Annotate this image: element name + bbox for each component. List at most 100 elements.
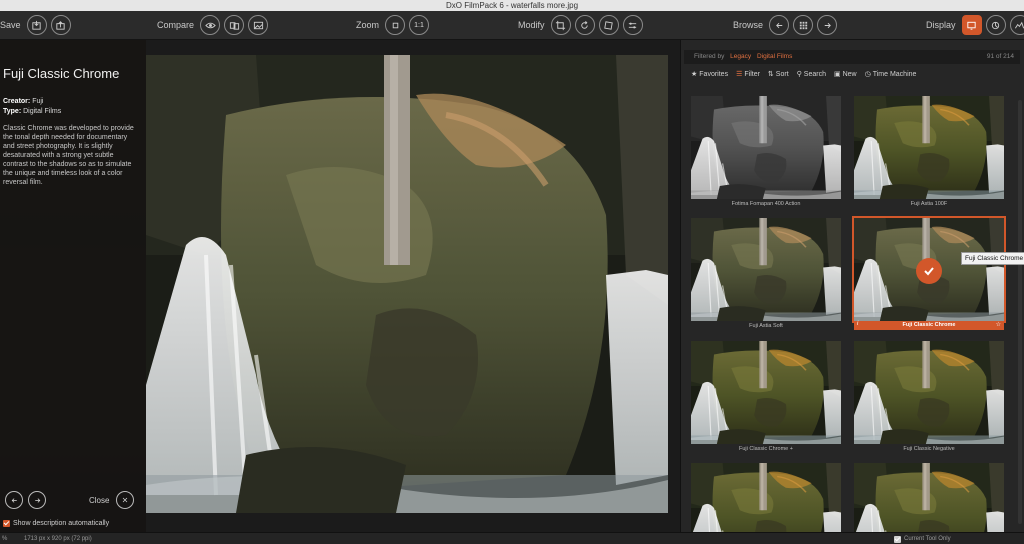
selected-check-icon bbox=[916, 258, 942, 284]
film-thumbnail-name: Fuji Astia Soft bbox=[749, 323, 783, 329]
filter-tag-digital-films[interactable]: Digital Films bbox=[757, 53, 792, 60]
browse-grid-button[interactable] bbox=[793, 15, 814, 35]
crop-icon bbox=[555, 20, 566, 30]
arrow-left-icon bbox=[11, 497, 17, 503]
window-title: DxO FilmPack 6 - waterfalls more.jpg bbox=[445, 1, 579, 10]
current-tool-only-row[interactable]: Current Tool Only bbox=[894, 533, 951, 544]
film-thumbnail-name: Fuji Astia 100F bbox=[910, 201, 948, 207]
zoom-label: Zoom bbox=[356, 20, 380, 30]
adjust-button[interactable] bbox=[622, 15, 643, 35]
sort-button[interactable]: ⇅ Sort bbox=[768, 70, 789, 79]
modify-group: Modify bbox=[518, 14, 643, 36]
next-film-button[interactable] bbox=[28, 491, 46, 509]
status-bar: % 1713 px x 920 px (72 ppi) Current Tool… bbox=[0, 532, 1024, 544]
sort-label: Sort bbox=[775, 70, 789, 78]
thumbnail-image bbox=[854, 463, 1004, 532]
grid-icon bbox=[799, 21, 807, 29]
new-label: New bbox=[842, 70, 857, 78]
browser-scrollbar[interactable] bbox=[1018, 100, 1022, 524]
compare-label: Compare bbox=[157, 20, 195, 30]
film-thumbnail[interactable] bbox=[691, 463, 841, 532]
filter-button[interactable]: ☰ Filter bbox=[736, 70, 760, 79]
arrow-right-icon bbox=[34, 497, 40, 503]
compare-eye-button[interactable] bbox=[200, 15, 221, 35]
display-film-browser-button[interactable] bbox=[961, 15, 982, 35]
image-dimensions: 1713 px x 920 px (72 ppi) bbox=[24, 536, 92, 542]
arrow-right-icon bbox=[824, 22, 831, 28]
favorite-star-icon[interactable]: ☆ bbox=[996, 321, 1001, 328]
film-thumbnail-name: Fotima Fomapan 400 Action bbox=[731, 201, 801, 207]
filter-tag-legacy[interactable]: Legacy bbox=[730, 53, 751, 60]
compare-split-button[interactable] bbox=[224, 15, 245, 35]
film-thumbnail[interactable]: Fotima Fomapan 400 Action bbox=[691, 96, 841, 207]
modify-label: Modify bbox=[518, 20, 545, 30]
browse-next-button[interactable] bbox=[817, 15, 838, 35]
fit-screen-icon bbox=[392, 22, 398, 28]
sliders-icon bbox=[628, 22, 637, 28]
zoom-group: Zoom 1:1 bbox=[356, 14, 430, 36]
current-tool-only-checkbox[interactable] bbox=[894, 535, 901, 543]
film-count: 91 of 214 bbox=[986, 53, 1014, 60]
browse-prev-button[interactable] bbox=[769, 15, 790, 35]
display-histogram-button[interactable] bbox=[1009, 15, 1024, 35]
film-thumbnail[interactable]: Fuji Astia Soft bbox=[691, 218, 841, 329]
star-icon: ★ bbox=[691, 71, 698, 78]
list-icon: ☰ bbox=[736, 71, 743, 78]
new-button[interactable]: ▣ New bbox=[833, 70, 857, 79]
display-tools-button[interactable] bbox=[985, 15, 1006, 35]
save-button[interactable] bbox=[26, 15, 47, 35]
zoom-fit-button[interactable] bbox=[385, 15, 406, 35]
thumbnail-image bbox=[691, 463, 841, 532]
show-description-checkbox[interactable] bbox=[3, 520, 10, 527]
crop-button[interactable] bbox=[550, 15, 571, 35]
film-description-panel: Fuji Classic Chrome Creator: Fuji Type: … bbox=[0, 40, 146, 532]
info-icon[interactable]: i bbox=[857, 321, 858, 327]
type-label: Type: bbox=[3, 108, 22, 115]
film-thumbnail-name: Fuji Classic Chrome bbox=[854, 321, 1004, 330]
show-description-checkbox-row[interactable]: Show description automatically bbox=[3, 520, 109, 527]
thumbnail-image bbox=[691, 341, 841, 444]
zoom-100-label: 1:1 bbox=[414, 21, 424, 29]
film-creator: Creator: Fuji bbox=[3, 98, 43, 105]
time-machine-label: Time Machine bbox=[872, 70, 917, 78]
close-description-button[interactable] bbox=[116, 491, 134, 509]
film-type: Type: Digital Films bbox=[3, 108, 61, 115]
compare-side-button[interactable] bbox=[248, 15, 269, 35]
save-group: Save bbox=[0, 14, 71, 36]
eye-icon bbox=[204, 22, 216, 28]
histogram-icon bbox=[1015, 21, 1024, 28]
film-thumbnail[interactable]: Fuji Classic Chrome + bbox=[691, 341, 841, 452]
favorites-label: Favorites bbox=[699, 70, 729, 78]
previous-film-button[interactable] bbox=[5, 491, 23, 509]
zoom-100-button[interactable]: 1:1 bbox=[409, 15, 430, 35]
image-compare-icon bbox=[253, 21, 263, 29]
browse-group: Browse bbox=[733, 14, 838, 36]
search-icon: ⚲ bbox=[796, 71, 802, 78]
horizon-button[interactable] bbox=[598, 15, 619, 35]
main-photo-preview[interactable] bbox=[146, 55, 668, 513]
film-thumbnail[interactable] bbox=[854, 463, 1004, 532]
new-icon: ▣ bbox=[833, 71, 841, 78]
browse-label: Browse bbox=[733, 20, 764, 30]
save-icon bbox=[32, 20, 41, 30]
film-thumbnail-selected[interactable]: Fuji Classic Chrome i ☆ bbox=[852, 216, 1006, 330]
time-machine-button[interactable]: ◷ Time Machine bbox=[865, 70, 917, 79]
close-label: Close bbox=[89, 496, 110, 505]
zoom-readout: % bbox=[2, 536, 8, 542]
show-description-label: Show description automatically bbox=[13, 520, 110, 527]
film-thumbnail[interactable]: Fuji Astia 100F bbox=[854, 96, 1004, 207]
film-thumbnail-name: Fuji Classic Chrome + bbox=[739, 446, 793, 452]
film-browser-panel: Filtered by Legacy Digital Films 91 of 2… bbox=[680, 40, 1024, 532]
compare-group: Compare bbox=[157, 14, 269, 36]
waterfall-photo bbox=[146, 55, 668, 513]
display-group: Display bbox=[926, 14, 1024, 36]
search-button[interactable]: ⚲ Search bbox=[796, 70, 826, 79]
favorites-button[interactable]: ★ Favorites bbox=[691, 70, 729, 79]
filtered-by-label: Filtered by bbox=[694, 53, 725, 60]
export-button[interactable] bbox=[50, 15, 71, 35]
rotate-button[interactable] bbox=[574, 15, 595, 35]
filter-bar: Filtered by Legacy Digital Films 91 of 2… bbox=[684, 50, 1020, 64]
split-view-icon bbox=[229, 21, 239, 30]
film-thumbnail[interactable]: Fuji Classic Negative bbox=[854, 341, 1004, 452]
thumbnail-image bbox=[854, 96, 1004, 199]
